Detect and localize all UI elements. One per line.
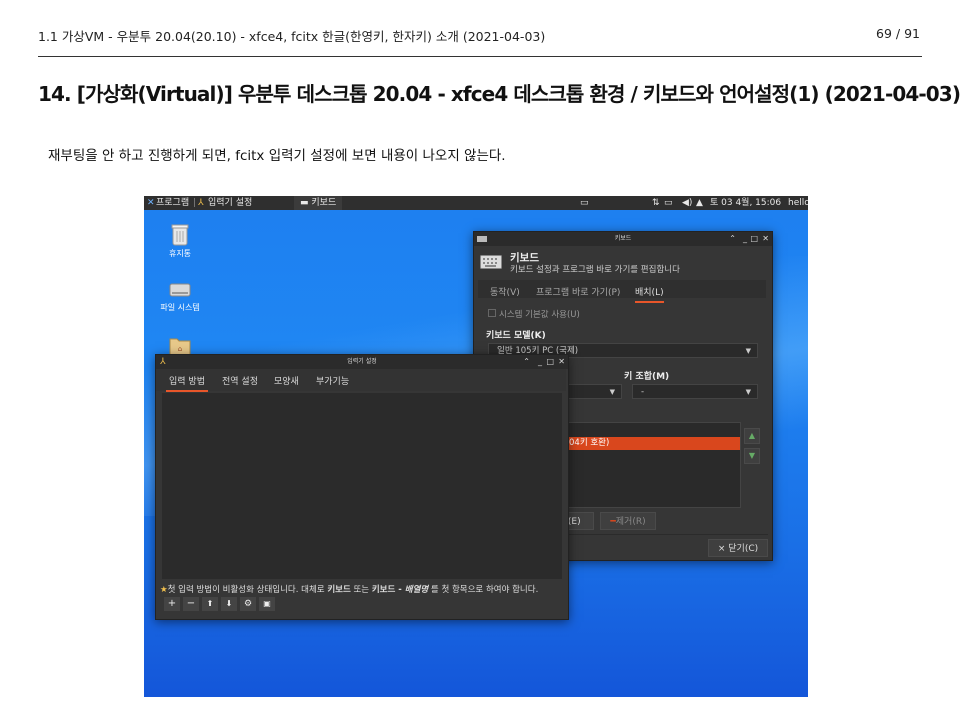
chevron-down-icon: ▼ — [609, 388, 615, 396]
input-window-titlebar[interactable]: ⅄ 입력기 설정 ⌃ _ □ ✕ — [156, 355, 568, 369]
section-title: 14. [가상화(Virtual)] 우분투 데스크톱 20.04 - xfce… — [38, 82, 960, 106]
panel-separator: | — [193, 198, 197, 208]
checkbox-label: 시스템 기본값 사용(U) — [499, 310, 580, 320]
keyboard-subtitle: 키보드 설정과 프로그램 바로 가기를 편집합니다 — [510, 265, 680, 275]
keyboard-model-label: 키보드 모델(K) — [486, 331, 546, 341]
key-combo-select[interactable]: - ▼ — [632, 384, 758, 399]
panel-clock[interactable]: 토 03 4월, 15:06 — [710, 196, 781, 210]
svg-text:⌂: ⌂ — [178, 345, 182, 353]
desktop-icon-label: 파일 시스템 — [160, 303, 200, 312]
keyboard-layout-icon[interactable]: ▣ — [259, 597, 275, 611]
body-paragraph: 재부팅을 안 하고 진행하게 되면, fcitx 입력기 설정에 보면 내용이 … — [48, 148, 506, 164]
key-combo-value: - — [641, 387, 645, 397]
notice-keyboard: 키보드 — [327, 585, 351, 595]
fcitx-app-icon: ⅄ — [198, 198, 204, 208]
tab-layout[interactable]: 배치(L) — [635, 285, 664, 303]
header-rule — [38, 56, 922, 57]
close-x-icon: × — [717, 544, 726, 554]
close-window-button[interactable]: ✕ — [762, 232, 769, 246]
close-button[interactable]: × 닫기(C) — [708, 539, 768, 557]
maximize-button[interactable]: □ — [750, 232, 758, 246]
tab-app-shortcuts[interactable]: 프로그램 바로 가기(P) — [536, 285, 620, 298]
input-tabs: 입력 방법 전역 설정 모양새 부가기능 — [156, 369, 566, 392]
desktop-icon-label: 휴지통 — [168, 249, 192, 258]
key-combo-label: 키 조합(M) — [624, 372, 670, 382]
tab-appearance[interactable]: 모양새 — [274, 374, 299, 387]
home-folder-icon: ⌂ — [169, 338, 191, 356]
keyboard-tabs: 동작(V) 프로그램 바로 가기(P) 배치(L) — [478, 280, 766, 303]
checkbox-box — [488, 309, 496, 317]
notice-keyboard-layout: 키보드 - — [371, 585, 405, 595]
taskbar-item-keyboard[interactable]: ▬ 키보드 — [294, 196, 343, 210]
notice-layout-name: 배열명 — [404, 585, 429, 595]
notice-text: 또는 — [350, 585, 372, 595]
move-up-icon[interactable]: ⬆ — [202, 597, 218, 611]
tab-addons[interactable]: 부가기능 — [316, 374, 349, 387]
shade-button[interactable]: ⌃ — [523, 355, 530, 369]
tab-global-settings[interactable]: 전역 설정 — [222, 374, 258, 387]
window-app-icon — [477, 236, 487, 242]
star-icon: ★ — [160, 585, 168, 595]
move-up-icon[interactable]: ▲ — [744, 428, 760, 444]
keyboard-window-titlebar[interactable]: 키보드 ⌃ _ □ ✕ — [474, 232, 772, 246]
notice-text: 첫 입력 방법이 비활성화 상태입니다. 대체로 — [167, 585, 328, 595]
input-window-title: 입력기 설정 — [347, 358, 377, 365]
chevron-down-icon: ▼ — [745, 347, 751, 355]
inactive-notice: ★첫 입력 방법이 비활성화 상태입니다. 대체로 키보드 또는 키보드 - 배… — [160, 583, 538, 595]
taskbar-item-keyboard-label: 키보드 — [311, 198, 337, 208]
close-window-button[interactable]: ✕ — [558, 355, 565, 369]
screenshot: ✕ 프로그램 | ⅄ 입력기 설정 ▬ 키보드 ▭ ⇅ ▭ ◀) ▲ 토 03 … — [144, 196, 808, 697]
desktop-icon-trash[interactable]: 휴지통 — [150, 224, 210, 259]
move-down-icon[interactable]: ▼ — [744, 448, 760, 464]
tab-behavior[interactable]: 동작(V) — [490, 285, 520, 298]
network-icon[interactable]: ⇅ — [652, 196, 660, 210]
workspace-switcher-icon[interactable]: ▭ — [580, 196, 589, 210]
remove-icon[interactable]: − — [183, 597, 199, 611]
keyboard-window-title: 키보드 — [614, 235, 632, 242]
remove-button-label: 제거(R) — [615, 517, 646, 527]
drive-icon — [169, 283, 191, 297]
fcitx-icon: ⅄ — [160, 357, 166, 367]
minimize-button[interactable]: _ — [538, 355, 542, 369]
trash-icon — [171, 224, 189, 246]
notification-bell-icon[interactable]: ▲ — [696, 196, 703, 210]
input-method-window: ⅄ 입력기 설정 ⌃ _ □ ✕ 입력 방법 전역 설정 모양새 부가기능 ★첫… — [155, 354, 569, 620]
close-button-label: 닫기(C) — [728, 544, 759, 554]
chevron-down-icon: ▼ — [745, 388, 751, 396]
input-method-list[interactable] — [162, 393, 562, 579]
page-number: 69 / 91 — [876, 26, 920, 41]
add-icon[interactable]: + — [164, 597, 180, 611]
panel-user[interactable]: hello — [788, 196, 808, 210]
page-header-left: 1.1 가상VM - 우분투 20.04(20.10) - xfce4, fci… — [38, 29, 546, 44]
keyboard-icon — [480, 255, 502, 269]
configure-gear-icon[interactable]: ⚙ — [240, 597, 256, 611]
use-system-defaults-checkbox[interactable]: 시스템 기본값 사용(U) — [488, 308, 580, 320]
maximize-button[interactable]: □ — [546, 355, 554, 369]
minimize-button[interactable]: _ — [743, 232, 747, 246]
xfce-logo-icon[interactable]: ✕ — [147, 196, 155, 210]
taskbar-item-input-settings[interactable]: 입력기 설정 — [208, 196, 252, 210]
keyboard-small-icon: ▬ — [300, 198, 309, 208]
remove-button[interactable]: ━제거(R) — [600, 512, 656, 530]
top-panel: ✕ 프로그램 | ⅄ 입력기 설정 ▬ 키보드 ▭ ⇅ ▭ ◀) ▲ 토 03 … — [144, 196, 808, 210]
keyboard-tray-icon[interactable]: ▭ — [664, 196, 673, 210]
volume-icon[interactable]: ◀) — [682, 196, 692, 210]
tab-input-method[interactable]: 입력 방법 — [166, 374, 208, 392]
desktop-icon-filesystem[interactable]: 파일 시스템 — [150, 280, 210, 313]
shade-button[interactable]: ⌃ — [729, 232, 736, 246]
move-down-icon[interactable]: ⬇ — [221, 597, 237, 611]
notice-text: 를 첫 항목으로 하여야 합니다. — [428, 585, 539, 595]
applications-menu[interactable]: 프로그램 — [156, 196, 189, 210]
